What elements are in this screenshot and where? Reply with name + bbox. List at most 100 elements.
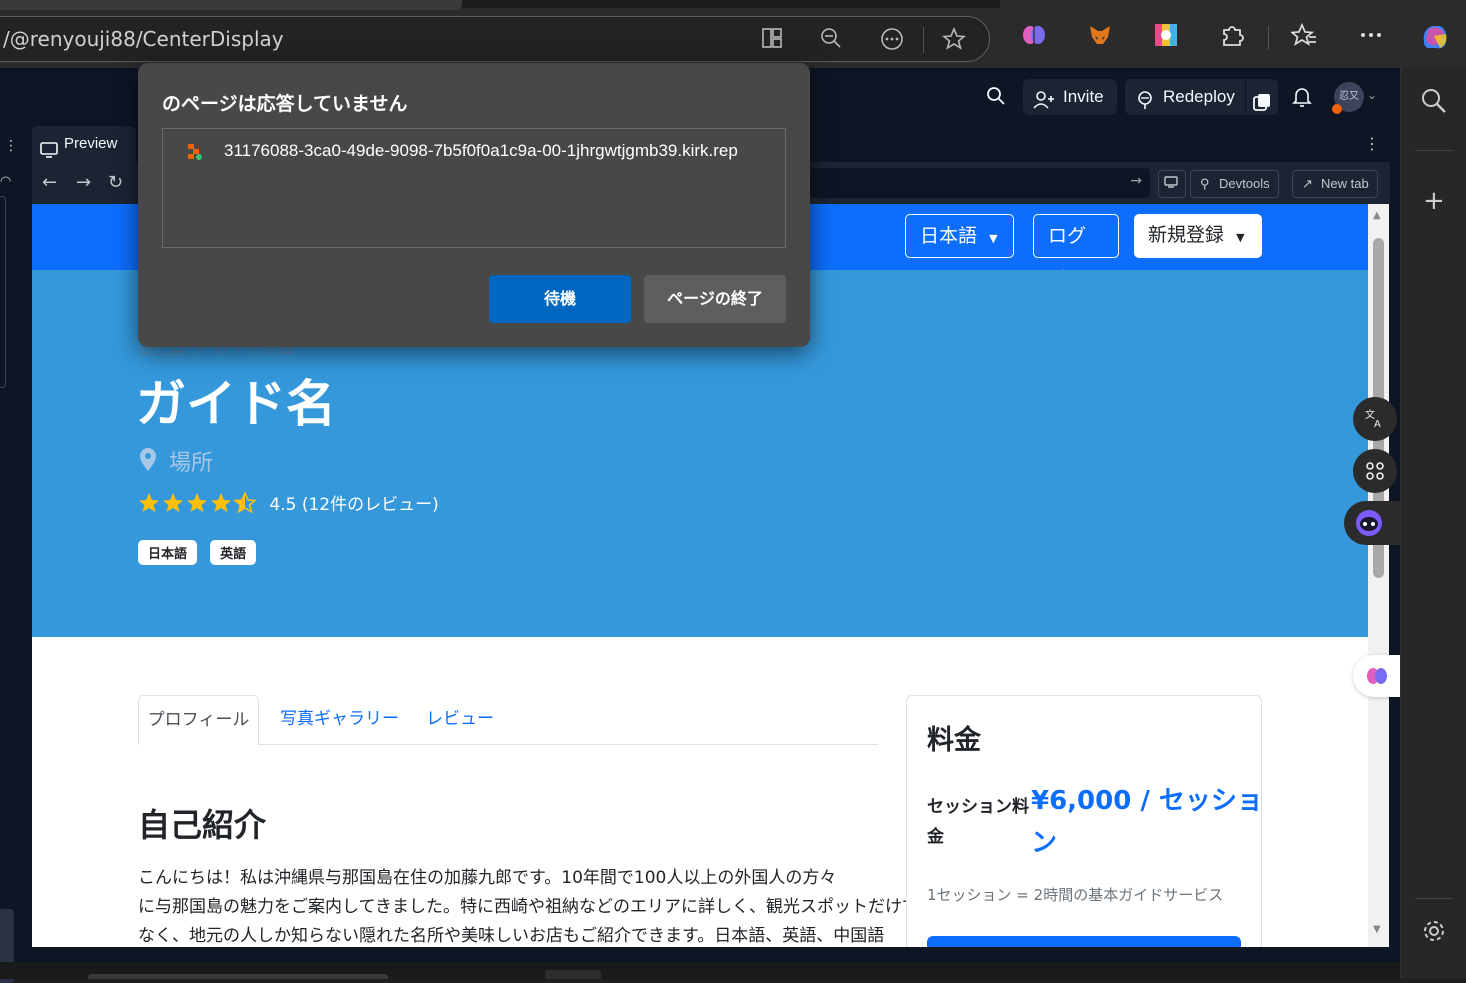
- bottom-tab[interactable]: [88, 974, 388, 979]
- session-fee-label-line: 金: [927, 827, 944, 847]
- caret-down-icon: ▼: [1236, 231, 1245, 244]
- bot-face-icon: [1355, 509, 1383, 541]
- left-panel-frame: [0, 196, 6, 388]
- zoom-out-icon[interactable]: [818, 27, 844, 53]
- deployment-status-button[interactable]: [1246, 79, 1278, 115]
- location-text: 場所: [169, 451, 214, 476]
- session-fee-label-line: セッション料: [927, 797, 1029, 817]
- assistant-widget[interactable]: [1344, 501, 1400, 545]
- location: 場所: [138, 445, 213, 479]
- go-arrow-icon[interactable]: →: [1130, 173, 1142, 189]
- map-pin-icon: [138, 447, 158, 479]
- deploy-icon: [1135, 87, 1155, 123]
- language-dropdown[interactable]: 日本語 ▼: [905, 214, 1014, 258]
- invite-button[interactable]: Invite: [1023, 79, 1117, 115]
- bottom-tab[interactable]: [545, 970, 601, 979]
- copy-icon: [1253, 88, 1271, 124]
- brain-side-widget[interactable]: [1353, 655, 1400, 697]
- pricing-note: 1セッション = 2時間の基本ガイドサービス: [927, 886, 1224, 904]
- brain-extension-icon[interactable]: [1020, 22, 1048, 50]
- language-badges: 日本語 英語: [138, 540, 257, 565]
- exit-label: ページの終了: [667, 289, 763, 308]
- rating: 4.5 (12件のレビュー): [138, 490, 439, 515]
- intro-line: なく、地元の人しか知らない隠れた名所や美味しいお店もご紹介できます。日本語、英語…: [138, 926, 885, 946]
- language-label: 日本語: [920, 225, 978, 247]
- forward-arrow-icon[interactable]: →: [76, 172, 91, 193]
- browser-toolbar: /@renyouji88/CenterDisplay: [0, 0, 1466, 68]
- devtools-button[interactable]: ⚲ Devtools: [1190, 170, 1279, 198]
- apps-widget[interactable]: [1353, 449, 1397, 493]
- address-bar[interactable]: /@renyouji88/CenterDisplay: [0, 16, 990, 62]
- book-button[interactable]: [927, 936, 1241, 947]
- search-icon[interactable]: [986, 86, 1006, 110]
- copilot-icon[interactable]: [1418, 20, 1452, 54]
- extensions-puzzle-icon[interactable]: [1218, 22, 1246, 50]
- notifications-bell-icon[interactable]: [1292, 86, 1312, 112]
- signup-dropdown[interactable]: 新規登録 ▼: [1134, 214, 1262, 258]
- more-options-circle-icon[interactable]: [879, 27, 905, 53]
- metamask-fox-icon[interactable]: [1086, 22, 1114, 50]
- sidebar-search-icon[interactable]: [1421, 88, 1447, 118]
- scroll-down-icon[interactable]: ▼: [1373, 924, 1381, 935]
- scroll-up-icon[interactable]: ▲: [1373, 210, 1381, 221]
- wrench-icon: ⚲: [1200, 176, 1210, 191]
- add-icon[interactable]: +: [1423, 186, 1445, 216]
- pricing-card: 料金 セッション料 金 ¥6,000 / セッショ ン 1セッション = 2時間…: [906, 695, 1263, 947]
- screen-icon: [1164, 176, 1178, 191]
- wait-button[interactable]: 待機: [489, 275, 631, 323]
- pricing-title: 料金: [927, 725, 981, 756]
- guide-name: ガイド名: [136, 375, 336, 433]
- redeploy-button[interactable]: Redeploy: [1125, 79, 1245, 115]
- pane-menu-icon[interactable]: ⋮: [4, 138, 18, 154]
- split-screen-icon[interactable]: [759, 27, 785, 53]
- redeploy-label: Redeploy: [1163, 87, 1235, 106]
- new-tab-label: New tab: [1321, 176, 1369, 191]
- avatar[interactable]: 忍又: [1332, 82, 1364, 114]
- brain-icon: [1365, 664, 1389, 692]
- avatar-badge: [1332, 104, 1342, 114]
- tab-preview[interactable]: Preview: [32, 126, 136, 162]
- dialog-page-list: 31176088-3ca0-49de-9098-7b5f0f0a1c9a-00-…: [162, 128, 786, 248]
- avatar-text: 忍又: [1339, 91, 1359, 102]
- device-preview-button[interactable]: [1158, 170, 1186, 198]
- settings-gear-icon[interactable]: [1421, 918, 1447, 948]
- star-rating-icon: [139, 491, 257, 514]
- wait-label: 待機: [543, 289, 576, 308]
- preview-tab-label: Preview: [64, 135, 118, 152]
- tab-gallery[interactable]: 写真ギャラリー: [280, 695, 399, 745]
- page-scrollbar[interactable]: ▲ ▼: [1368, 204, 1389, 947]
- session-price-line: ¥6,000 / セッショ: [1031, 786, 1263, 816]
- favorites-icon[interactable]: [1289, 22, 1318, 50]
- session-fee-label: セッション料 金: [927, 792, 1029, 852]
- reload-icon[interactable]: ↻: [108, 172, 123, 193]
- preview-url-input[interactable]: →: [810, 168, 1150, 198]
- sidebar-divider: [1415, 898, 1453, 899]
- tab-strip-right: [1000, 0, 1466, 8]
- login-button[interactable]: ログイン: [1033, 214, 1119, 289]
- intro-line: こんにちは！私は沖縄県与那国島在住の加藤九郎です。10年間で100人以上の外国人…: [138, 868, 837, 888]
- command-icon: [1365, 461, 1385, 485]
- exit-page-button[interactable]: ページの終了: [644, 275, 786, 323]
- tab-reviews[interactable]: レビュー: [426, 695, 494, 745]
- edge-sidebar: +: [1400, 68, 1466, 979]
- session-price-line: ン: [1031, 828, 1058, 858]
- new-tab-button[interactable]: ↗ New tab: [1292, 170, 1378, 198]
- sidebar-divider: [1415, 150, 1453, 151]
- tab-profile[interactable]: プロフィール: [138, 695, 259, 745]
- back-arrow-icon[interactable]: ←: [42, 172, 57, 193]
- rating-text: 4.5 (12件のレビュー): [269, 495, 439, 515]
- pane-options-icon[interactable]: ⋮: [1364, 134, 1380, 153]
- language-badge: 日本語: [138, 540, 198, 565]
- session-price: ¥6,000 / セッショ ン: [1031, 780, 1263, 864]
- page-unresponsive-dialog: のページは応答していません 31176088-3ca0-49de-9098-7b…: [138, 63, 810, 347]
- browser-menu-icon[interactable]: [1357, 22, 1385, 50]
- speed-gauge-icon[interactable]: ◠: [0, 174, 11, 189]
- intro-line: に与那国島の魅力をご案内してきました。特に西崎や祖納などのエリアに詳しく、観光ス…: [138, 897, 919, 917]
- chevron-down-icon[interactable]: ⌄: [1367, 88, 1377, 102]
- active-tab[interactable]: [0, 0, 462, 10]
- external-link-icon: ↗: [1302, 176, 1313, 191]
- colorful-extension-icon[interactable]: [1152, 22, 1180, 50]
- favorite-star-icon[interactable]: [941, 26, 967, 53]
- url-text[interactable]: /@renyouji88/CenterDisplay: [3, 27, 284, 51]
- translate-widget[interactable]: 文A: [1353, 397, 1397, 441]
